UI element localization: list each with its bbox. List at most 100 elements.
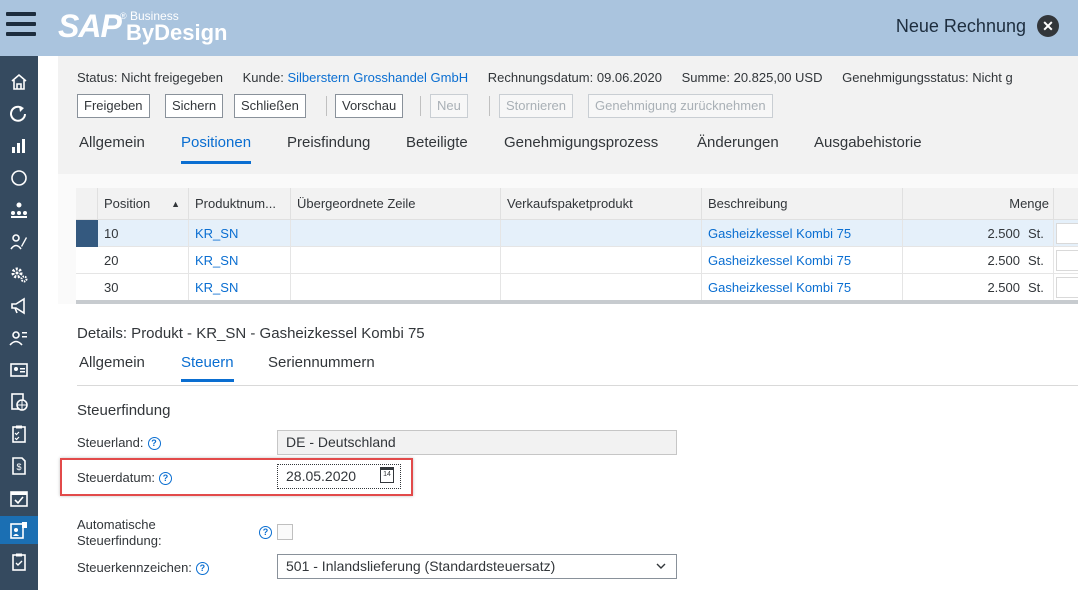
tax-country-label: Steuerland:?: [77, 435, 161, 451]
toolbar-separator: [420, 96, 421, 116]
tab-details-taxes[interactable]: Steuern: [181, 354, 234, 382]
help-icon[interactable]: ?: [195, 562, 209, 576]
id-card-icon[interactable]: [0, 356, 38, 384]
cell-parent: [291, 247, 501, 274]
cell-product-link[interactable]: KR_SN: [189, 274, 291, 301]
close-icon[interactable]: ✕: [1037, 15, 1059, 37]
invoice-icon[interactable]: [0, 516, 38, 544]
cell-quantity: 2.500: [987, 280, 1020, 295]
megaphone-icon[interactable]: [0, 292, 38, 320]
tab-approval-process[interactable]: Genehmigungsprozess: [504, 134, 658, 161]
column-header-quantity[interactable]: Menge: [903, 188, 1054, 220]
row-input-field[interactable]: [1056, 277, 1078, 298]
menu-icon[interactable]: [6, 12, 36, 40]
calendar-icon[interactable]: 14: [380, 467, 394, 483]
row-selector[interactable]: [76, 247, 98, 274]
bar-chart-icon[interactable]: [0, 132, 38, 160]
tax-date-label-text: Steuerdatum:: [77, 470, 156, 485]
tab-parties[interactable]: Beteiligte: [406, 134, 468, 161]
cell-unit: St.: [1026, 247, 1054, 274]
auto-tax-checkbox[interactable]: [277, 524, 293, 540]
release-button[interactable]: Freigeben: [77, 94, 150, 118]
shell-bar: SAP ® Business ByDesign Neue Rechnung ✕: [0, 0, 1078, 56]
help-icon[interactable]: ?: [159, 472, 173, 486]
tax-code-label: Steuerkennzeichen:?: [77, 560, 209, 576]
row-input-field[interactable]: [1056, 250, 1078, 271]
preview-button[interactable]: Vorschau: [335, 94, 404, 118]
chevron-down-icon: [656, 563, 666, 569]
column-header-package-product[interactable]: Verkaufspaketprodukt: [501, 188, 702, 220]
clipboard-icon[interactable]: [0, 548, 38, 576]
row-input-field[interactable]: [1056, 223, 1078, 244]
tab-output-history[interactable]: Ausgabehistorie: [814, 134, 922, 161]
page-title: Neue Rechnung: [895, 16, 1026, 36]
tab-details-general[interactable]: Allgemein: [79, 354, 145, 379]
table-row[interactable]: 30 KR_SN Gasheizkessel Kombi 75 2.500 St…: [76, 274, 1078, 301]
tax-date-label: Steuerdatum:?: [77, 470, 173, 486]
cell-description-link[interactable]: Gasheizkessel Kombi 75: [702, 247, 903, 274]
auto-tax-label-line1: Automatische: [77, 517, 156, 532]
person-edit-icon[interactable]: [0, 228, 38, 256]
help-icon[interactable]: ?: [147, 437, 161, 451]
tab-pricing[interactable]: Preisfindung: [287, 134, 370, 161]
withdraw-approval-button[interactable]: Genehmigung zurücknehmen: [588, 94, 773, 118]
cell-description-link[interactable]: Gasheizkessel Kombi 75: [702, 274, 903, 301]
auto-tax-label-line2: Steuerfindung:: [77, 533, 162, 548]
row-selector[interactable]: [76, 220, 98, 247]
column-header-product[interactable]: Produktnum...: [189, 188, 291, 220]
tab-details-serial-numbers[interactable]: Seriennummern: [268, 354, 375, 379]
cancel-button[interactable]: Stornieren: [499, 94, 573, 118]
table-scrollbar[interactable]: [76, 300, 1078, 304]
row-selector[interactable]: [76, 274, 98, 301]
tax-country-field: DE - Deutschland: [277, 430, 677, 455]
help-icon[interactable]: ?: [259, 526, 272, 539]
invoice-date-label: Rechnungsdatum:: [487, 70, 594, 85]
toolbar-separator: [489, 96, 490, 116]
details-title: Details: Produkt - KR_SN - Gasheizkessel…: [77, 325, 425, 342]
tax-date-input[interactable]: 28.05.2020 14: [277, 464, 401, 489]
close-button[interactable]: Schließen: [234, 94, 306, 118]
org-chart-icon[interactable]: [0, 196, 38, 224]
gear-icon[interactable]: [0, 260, 38, 288]
money-document-icon[interactable]: $: [0, 452, 38, 480]
cell-description-link[interactable]: Gasheizkessel Kombi 75: [702, 220, 903, 247]
cell-package: [501, 274, 702, 301]
svg-text:$: $: [16, 462, 21, 472]
cell-position: 20: [98, 247, 189, 274]
tab-positions[interactable]: Positionen: [181, 134, 252, 164]
new-button[interactable]: Neu: [430, 94, 468, 118]
save-button[interactable]: Sichern: [165, 94, 224, 118]
table-row[interactable]: 10 KR_SN Gasheizkessel Kombi 75 2.500 St…: [76, 220, 1078, 247]
cell-position: 10: [98, 220, 189, 247]
checklist-icon[interactable]: [0, 420, 38, 448]
customer-link[interactable]: Silberstern Grosshandel GmbH: [287, 70, 468, 85]
tax-date-value: 28.05.2020: [286, 468, 357, 484]
customer-label: Kunde:: [242, 70, 284, 85]
column-position-label: Position: [104, 196, 151, 211]
column-header-position[interactable]: Position ▲: [98, 188, 189, 220]
column-header-description[interactable]: Beschreibung: [702, 188, 903, 220]
cell-unit: St.: [1026, 274, 1054, 301]
tab-general[interactable]: Allgemein: [79, 134, 145, 161]
globe-document-icon[interactable]: [0, 388, 38, 416]
cell-product-link[interactable]: KR_SN: [189, 220, 291, 247]
calendar-check-icon[interactable]: [0, 484, 38, 512]
sum-value: 20.825,00 USD: [733, 70, 823, 85]
status-label: Status:: [77, 70, 118, 85]
row-selector-header[interactable]: [76, 188, 98, 220]
toolbar-separator: [326, 96, 327, 116]
table-header: Position ▲ Produktnum... Übergeordnete Ze…: [76, 188, 1078, 220]
cell-quantity: 2.500: [987, 226, 1020, 241]
home-icon[interactable]: [0, 68, 38, 96]
cell-product-link[interactable]: KR_SN: [189, 247, 291, 274]
refresh-icon[interactable]: [0, 100, 38, 128]
table-row[interactable]: 20 KR_SN Gasheizkessel Kombi 75 2.500 St…: [76, 247, 1078, 274]
person-list-icon[interactable]: [0, 324, 38, 352]
tax-code-label-text: Steuerkennzeichen:: [77, 560, 192, 575]
tab-changes[interactable]: Änderungen: [697, 134, 779, 161]
logo-bydesign-text: ByDesign: [126, 20, 228, 45]
circle-icon[interactable]: [0, 164, 38, 192]
column-header-parent-line[interactable]: Übergeordnete Zeile: [291, 188, 501, 220]
sort-ascending-icon: ▲: [171, 199, 180, 209]
tax-code-select[interactable]: 501 - Inlandslieferung (Standardsteuersa…: [277, 554, 677, 579]
